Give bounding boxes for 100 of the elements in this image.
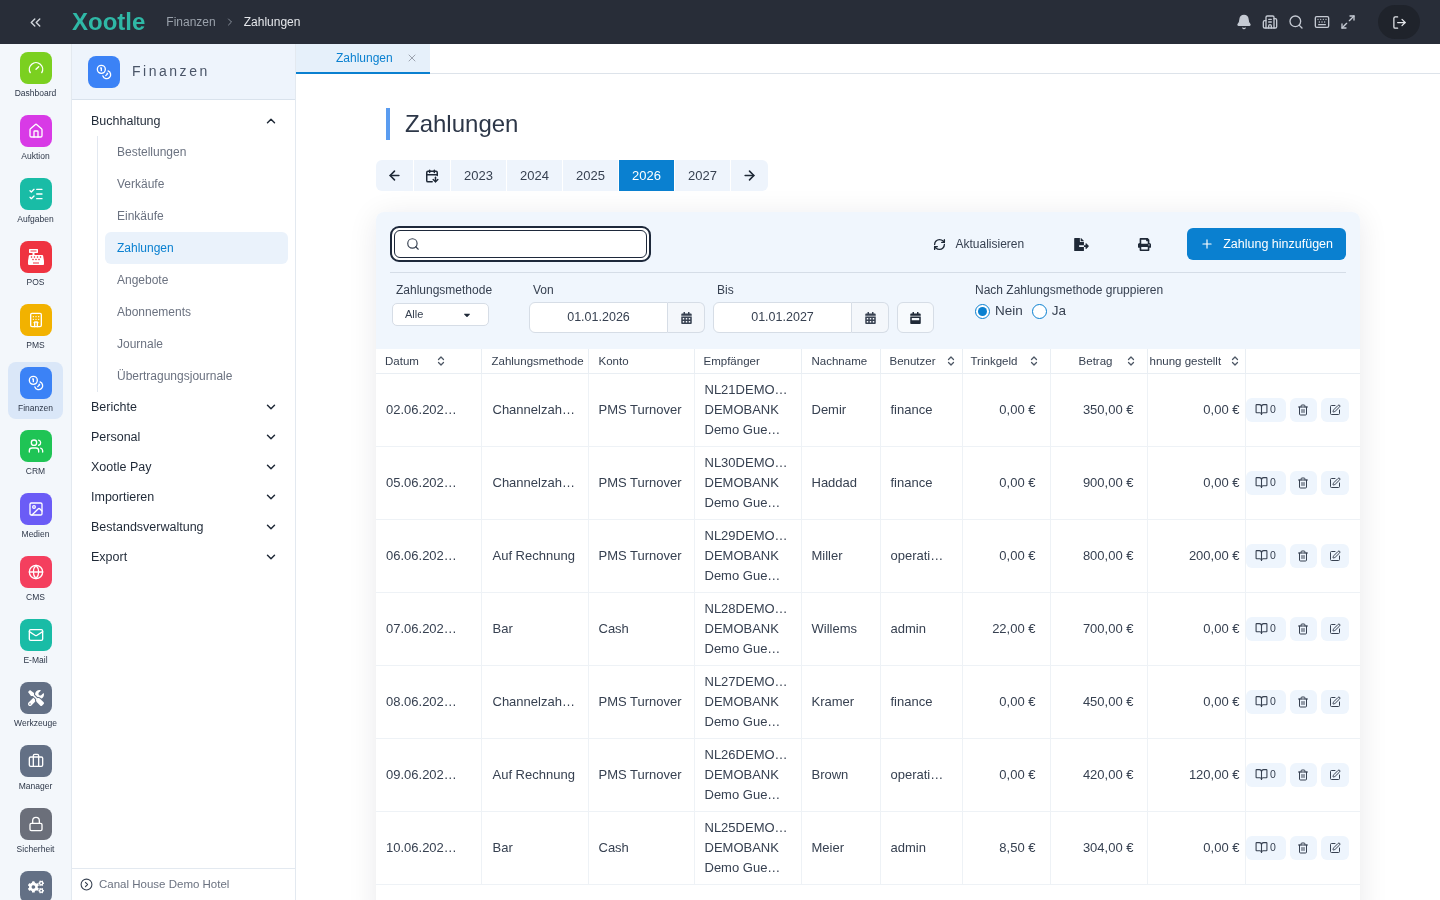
column-header: Benutzer — [889, 353, 936, 368]
table-cell: 0,00 € — [962, 446, 1050, 519]
notes-button[interactable]: 0 — [1245, 835, 1286, 860]
calendar-button[interactable] — [852, 302, 889, 333]
menu-group[interactable]: Buchhaltung — [91, 106, 287, 136]
year-tab[interactable]: 2026 — [619, 160, 674, 191]
edit-button[interactable] — [1320, 397, 1349, 422]
table-cell: Auf Rechnung — [481, 738, 588, 811]
year-tab[interactable]: 2024 — [507, 160, 562, 191]
trash-icon — [1297, 841, 1309, 854]
year-tab[interactable]: 2025 — [563, 160, 618, 191]
app-button[interactable]: Dashboard — [8, 47, 63, 104]
keyboard-icon[interactable] — [1314, 14, 1330, 30]
plus-icon — [1200, 237, 1215, 251]
app-button[interactable]: Sicherheit — [8, 803, 63, 860]
notes-button[interactable]: 0 — [1245, 616, 1286, 641]
table-cell: 700,00 € — [1050, 592, 1147, 665]
edit-button[interactable] — [1320, 470, 1349, 495]
menu-item[interactable]: Übertragungsjournale — [105, 360, 288, 392]
breadcrumb-link[interactable]: Zahlungen — [243, 13, 301, 31]
notes-button[interactable]: 0 — [1245, 689, 1286, 714]
table-cell: NL26DEMO… DEMOBANK Demo Gue… — [694, 738, 801, 811]
search-field[interactable] — [390, 226, 651, 262]
table-cell: PMS Turnover — [588, 373, 694, 446]
building-icon[interactable] — [1262, 14, 1278, 30]
logout-button[interactable] — [1378, 5, 1420, 39]
app-button[interactable]: PMS — [8, 299, 63, 356]
trash-icon — [1297, 549, 1309, 562]
menu-group[interactable]: Xootle Pay — [91, 452, 287, 482]
menu-item[interactable]: Bestellungen — [105, 136, 288, 168]
column-header: Betrag — [1078, 353, 1113, 368]
book-icon — [1255, 695, 1269, 708]
edit-button[interactable] — [1320, 835, 1349, 860]
app-button[interactable]: POS — [8, 236, 63, 293]
app-button[interactable]: E-Mail — [8, 614, 63, 671]
menu-group[interactable]: Bestandsverwaltung — [91, 512, 287, 542]
notes-button[interactable]: 0 — [1245, 762, 1286, 787]
date-input[interactable]: 01.01.2026 — [529, 302, 668, 333]
edit-button[interactable] — [1320, 543, 1349, 568]
notes-button[interactable]: 0 — [1245, 470, 1286, 495]
app-button[interactable]: Werkzeuge — [8, 677, 63, 734]
date-input[interactable]: 01.01.2027 — [713, 302, 852, 333]
radio-option[interactable]: Ja — [1031, 303, 1067, 319]
delete-button[interactable] — [1289, 689, 1317, 714]
column-header: hnung gestellt — [1149, 353, 1222, 368]
menu-item[interactable]: Angebote — [105, 264, 288, 296]
menu-item[interactable]: Journale — [105, 328, 288, 360]
bell-icon[interactable] — [1236, 14, 1252, 30]
menu-group[interactable]: Personal — [91, 422, 287, 452]
pencil-icon — [1328, 476, 1341, 489]
year-tab[interactable]: 2023 — [451, 160, 506, 191]
radio-option[interactable]: Nein — [975, 303, 1023, 319]
search-icon[interactable] — [1288, 14, 1304, 30]
delete-button[interactable] — [1289, 470, 1317, 495]
menu-group[interactable]: Importieren — [91, 482, 287, 512]
table-cell: NL29DEMO… DEMOBANK Demo Gue… — [694, 519, 801, 592]
app-button[interactable]: CRM — [8, 425, 63, 482]
menu-item[interactable]: Zahlungen — [105, 232, 288, 264]
delete-button[interactable] — [1289, 762, 1317, 787]
year-tab[interactable]: 2027 — [675, 160, 730, 191]
delete-button[interactable] — [1289, 835, 1317, 860]
menu-item[interactable]: Verkäufe — [105, 168, 288, 200]
delete-button[interactable] — [1289, 397, 1317, 422]
expand-icon[interactable] — [1340, 14, 1356, 30]
edit-button[interactable] — [1320, 616, 1349, 641]
delete-button[interactable] — [1289, 543, 1317, 568]
app-button[interactable]: CMS — [8, 551, 63, 608]
hotel-selector[interactable]: Canal House Demo Hotel — [72, 868, 295, 900]
refresh-button[interactable]: Aktualisieren — [925, 228, 1033, 260]
calendar-button[interactable] — [668, 302, 705, 333]
table-cell: operati… — [880, 738, 962, 811]
app-button[interactable]: Aufgaben — [8, 173, 63, 230]
delete-button[interactable] — [1289, 616, 1317, 641]
menu-item[interactable]: Einkäufe — [105, 200, 288, 232]
table-cell: operati… — [880, 519, 962, 592]
current-year-button[interactable] — [414, 160, 450, 191]
next-year-button[interactable] — [731, 160, 768, 191]
table-cell: 900,00 € — [1050, 446, 1147, 519]
method-select[interactable]: Alle — [392, 303, 489, 326]
table-cell: NL21DEMO… DEMOBANK Demo Gue… — [694, 373, 801, 446]
app-button[interactable]: Auktion — [8, 110, 63, 167]
notes-button[interactable]: 0 — [1245, 397, 1286, 422]
menu-item[interactable]: Abonnements — [105, 296, 288, 328]
edit-button[interactable] — [1320, 689, 1349, 714]
tab[interactable]: Zahlungen — [296, 44, 430, 74]
edit-button[interactable] — [1320, 762, 1349, 787]
menu-group[interactable]: Berichte — [91, 392, 287, 422]
previous-year-button[interactable] — [376, 160, 413, 191]
app-button[interactable]: Manager — [8, 740, 63, 797]
logo: Xootle — [72, 8, 146, 36]
table-cell: NL25DEMO… DEMOBANK Demo Gue… — [694, 811, 801, 884]
app-button[interactable]: Finanzen — [8, 362, 63, 419]
notes-button[interactable]: 0 — [1245, 543, 1286, 568]
breadcrumb-link[interactable]: Finanzen — [166, 13, 216, 31]
app-button[interactable]: Medien — [8, 488, 63, 545]
calendar-button[interactable] — [897, 302, 934, 333]
table-cell: 0,00 € — [1147, 373, 1245, 446]
menu-group[interactable]: Export — [91, 542, 287, 572]
add-payment-button[interactable]: Zahlung hinzufügen — [1187, 228, 1346, 260]
calendar-week-icon — [910, 311, 921, 324]
